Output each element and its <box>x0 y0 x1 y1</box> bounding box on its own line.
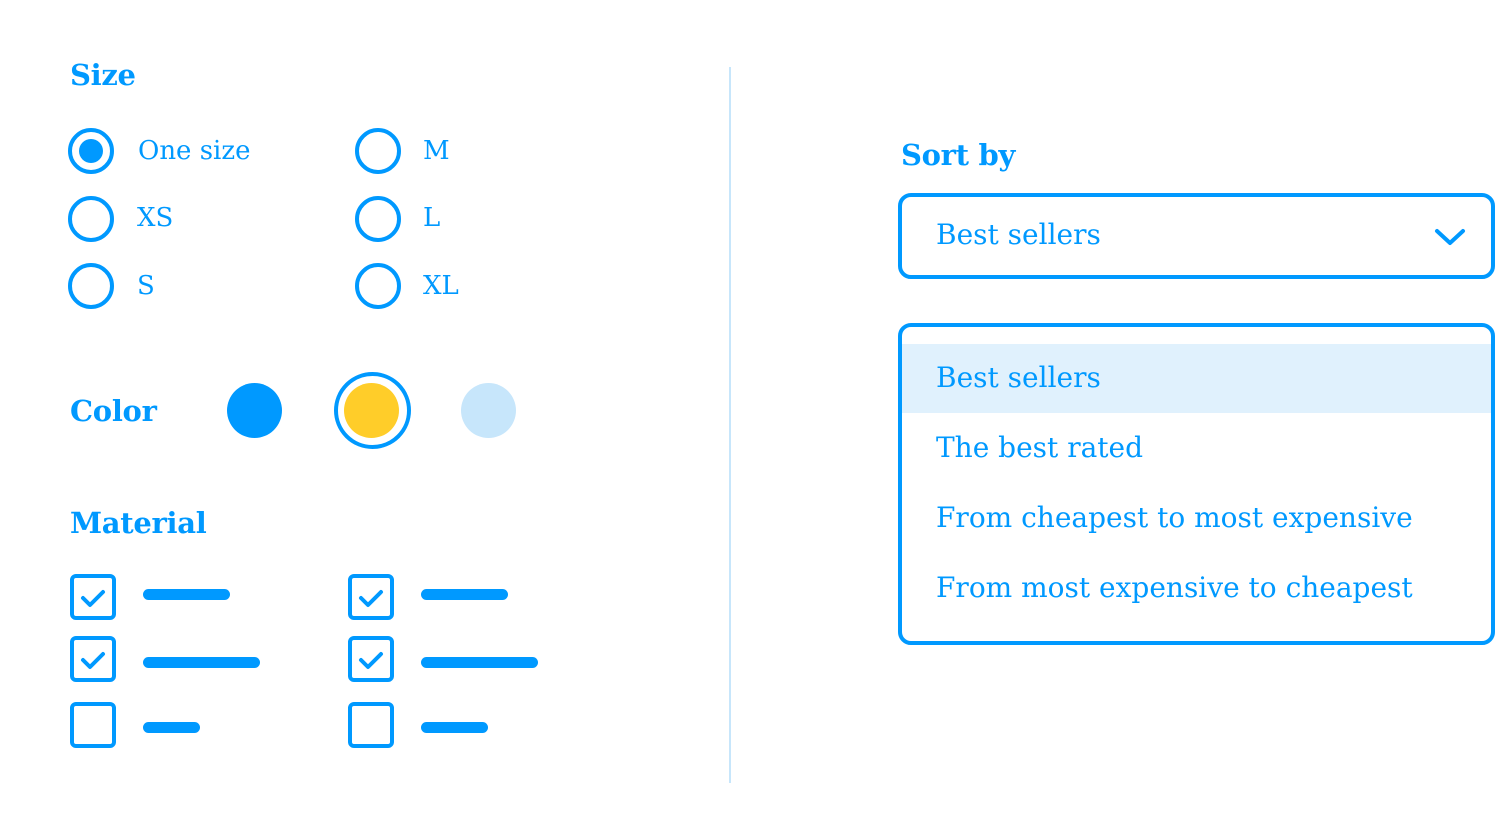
material-heading: Material <box>70 506 207 540</box>
color-swatch-yellow[interactable] <box>344 383 399 438</box>
checkmark-icon <box>81 652 105 669</box>
sort-option-best-rated[interactable]: The best rated <box>902 414 1491 483</box>
material-label-placeholder-6 <box>421 722 488 733</box>
sort-option-label: Best sellers <box>936 361 1101 394</box>
material-checkbox-4[interactable] <box>348 574 394 620</box>
sort-option-best-sellers[interactable]: Best sellers <box>902 344 1491 413</box>
checkmark-icon <box>359 652 383 669</box>
radio-label-xl[interactable]: XL <box>423 271 459 301</box>
radio-selected-dot <box>79 139 103 163</box>
sort-option-label: The best rated <box>936 431 1144 464</box>
radio-label-xs[interactable]: XS <box>137 203 173 233</box>
radio-m[interactable] <box>355 128 401 174</box>
material-label-placeholder-5 <box>421 657 538 668</box>
color-heading: Color <box>70 394 157 428</box>
sort-option-label: From cheapest to most expensive <box>936 501 1413 534</box>
material-checkbox-2[interactable] <box>70 636 116 682</box>
vertical-divider <box>729 67 731 783</box>
chevron-down-icon <box>1435 229 1465 245</box>
material-label-placeholder-2 <box>143 657 260 668</box>
material-checkbox-6[interactable] <box>348 702 394 748</box>
size-heading: Size <box>70 58 136 92</box>
checkmark-icon <box>81 590 105 607</box>
checkmark-icon <box>359 590 383 607</box>
material-label-placeholder-3 <box>143 722 200 733</box>
color-swatch-blue[interactable] <box>227 383 282 438</box>
radio-xl[interactable] <box>355 263 401 309</box>
sort-select-value: Best sellers <box>936 218 1101 251</box>
material-checkbox-3[interactable] <box>70 702 116 748</box>
radio-s[interactable] <box>68 263 114 309</box>
radio-label-m[interactable]: M <box>423 136 450 166</box>
material-checkbox-1[interactable] <box>70 574 116 620</box>
material-checkbox-5[interactable] <box>348 636 394 682</box>
radio-label-one-size[interactable]: One size <box>138 136 250 166</box>
sort-dropdown-menu: Best sellers The best rated From cheapes… <box>898 323 1495 645</box>
material-label-placeholder-1 <box>143 589 230 600</box>
material-label-placeholder-4 <box>421 589 508 600</box>
sort-heading: Sort by <box>901 138 1016 172</box>
radio-label-s[interactable]: S <box>137 271 155 301</box>
color-swatch-light-blue[interactable] <box>461 383 516 438</box>
sort-option-cheapest-first[interactable]: From cheapest to most expensive <box>902 484 1491 553</box>
sort-option-most-expensive-first[interactable]: From most expensive to cheapest <box>902 554 1491 623</box>
radio-l[interactable] <box>355 196 401 242</box>
radio-one-size[interactable] <box>68 128 114 174</box>
sort-option-label: From most expensive to cheapest <box>936 571 1413 604</box>
sort-select[interactable]: Best sellers <box>898 193 1495 279</box>
radio-label-l[interactable]: L <box>423 203 440 233</box>
radio-xs[interactable] <box>68 196 114 242</box>
